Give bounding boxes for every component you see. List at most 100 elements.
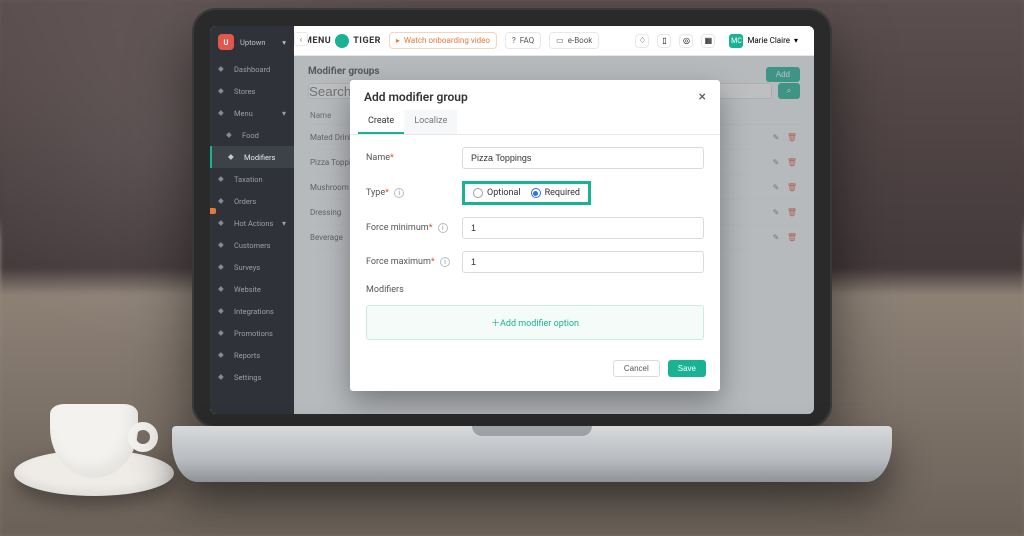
info-icon[interactable]: i <box>438 223 448 233</box>
brand-tiger-icon <box>335 34 349 48</box>
delete-icon[interactable]: 🗑 <box>786 156 798 168</box>
cart-icon: ◆ <box>218 196 228 206</box>
survey-icon: ◆ <box>218 262 228 272</box>
sidebar-item-food[interactable]: ◆Food <box>210 124 294 146</box>
sidebar-item-stores[interactable]: ◆ Stores <box>210 80 294 102</box>
book-icon: ▭ <box>556 36 564 45</box>
apple-icon: ◆ <box>226 130 236 140</box>
sidebar-item-hot-actions[interactable]: ◆Hot Actions▾ <box>210 212 294 234</box>
sidebar-item-modifiers[interactable]: ◆ Modifiers <box>210 146 294 168</box>
mobile-icon[interactable]: ▯ <box>657 34 671 48</box>
globe-icon: ◆ <box>218 284 228 294</box>
add-button[interactable]: Add <box>766 67 800 82</box>
search-icon: ⌕ <box>787 86 791 96</box>
info-icon[interactable]: i <box>394 188 404 198</box>
edit-icon[interactable]: ✎ <box>770 181 782 193</box>
topbar: MENU TIGER ▸ Watch onboarding video ? FA… <box>294 26 814 56</box>
name-input[interactable] <box>462 147 704 169</box>
sidebar-item-label: Settings <box>234 373 261 382</box>
sliders-icon: ◆ <box>228 152 238 162</box>
sidebar-item-taxation[interactable]: ◆Taxation <box>210 168 294 190</box>
tab-create[interactable]: Create <box>358 110 404 134</box>
app-brand: MENU TIGER <box>304 34 381 48</box>
sidebar-item-label: Stores <box>234 87 255 96</box>
sidebar-item-reports[interactable]: ◆ Reports <box>210 344 294 366</box>
info-icon[interactable]: i <box>440 257 450 267</box>
sidebar-item-label: Modifiers <box>244 153 275 162</box>
delete-icon[interactable]: 🗑 <box>786 131 798 143</box>
sidebar-item-label: Integrations <box>234 307 274 316</box>
sidebar-item-promotions[interactable]: ◆ Promotions <box>210 322 294 344</box>
chevron-down-icon[interactable]: ▾ <box>282 38 286 47</box>
sidebar-item-orders[interactable]: ◆ Orders <box>210 190 294 212</box>
users-icon: ◆ <box>218 240 228 250</box>
force-max-input[interactable] <box>462 251 704 273</box>
percent-icon: ◆ <box>218 174 228 184</box>
type-required-radio[interactable]: Required <box>531 188 580 198</box>
type-optional-radio[interactable]: Optional <box>473 188 521 198</box>
edit-icon[interactable]: ✎ <box>770 231 782 243</box>
add-modifier-group-modal: Add modifier group × Create Localize Nam… <box>350 80 720 391</box>
page-content: Modifier groups Add ⌕ Name Mated Drinks✎… <box>294 56 814 414</box>
sidebar: U Uptown ▾ ◆Dashboard◆Stores◆Menu▾◆Food◆… <box>210 26 294 414</box>
save-button[interactable]: Save <box>668 360 706 377</box>
avatar: MC <box>729 34 743 48</box>
book-icon: ◆ <box>218 108 228 118</box>
question-icon: ? <box>512 36 516 45</box>
modal-title: Add modifier group <box>364 90 468 104</box>
close-icon[interactable]: × <box>699 90 706 104</box>
delete-icon[interactable]: 🗑 <box>786 231 798 243</box>
sidebar-item-settings[interactable]: ◆ Settings <box>210 366 294 388</box>
add-modifier-option-button[interactable]: ＋Add modifier option <box>366 305 704 340</box>
cancel-button[interactable]: Cancel <box>613 360 660 377</box>
user-menu[interactable]: MC Marie Claire ▾ <box>723 32 804 50</box>
delete-icon[interactable]: 🗑 <box>786 181 798 193</box>
compass-icon[interactable]: ◎ <box>679 34 693 48</box>
faq-button[interactable]: ? FAQ <box>505 32 541 49</box>
tab-localize[interactable]: Localize <box>404 110 457 134</box>
name-label: Name* <box>366 153 462 163</box>
grid-icon[interactable]: ▦ <box>701 34 715 48</box>
chart-icon: ◆ <box>218 350 228 360</box>
force-min-label: Force minimum* i <box>366 223 462 233</box>
search-submit-button[interactable]: ⌕ <box>778 83 800 99</box>
type-label: Type* i <box>366 188 462 198</box>
sidebar-item-label: Orders <box>234 197 256 206</box>
tag-icon: ◆ <box>218 328 228 338</box>
chevron-down-icon: ▾ <box>282 109 286 118</box>
brand-logo-icon: U <box>218 34 234 50</box>
user-name: Marie Claire <box>747 36 790 45</box>
brand-name: Uptown <box>240 38 266 47</box>
speedometer-icon: ◆ <box>218 64 228 74</box>
sidebar-item-label: Customers <box>234 241 271 250</box>
plug-icon: ◆ <box>218 306 228 316</box>
force-max-label: Force maximum* i <box>366 257 462 267</box>
sidebar-item-label: Dashboard <box>234 65 270 74</box>
sidebar-item-label: Website <box>234 285 261 294</box>
sidebar-item-dashboard[interactable]: ◆ Dashboard <box>210 58 294 80</box>
store-icon: ◆ <box>218 86 228 96</box>
sidebar-item-surveys[interactable]: ◆Surveys <box>210 256 294 278</box>
sidebar-item-menu[interactable]: ◆ Menu ▾ <box>210 102 294 124</box>
sidebar-item-label: Promotions <box>234 329 273 338</box>
edit-icon[interactable]: ✎ <box>770 131 782 143</box>
watch-video-button[interactable]: ▸ Watch onboarding video <box>389 32 497 49</box>
edit-icon[interactable]: ✎ <box>770 156 782 168</box>
delete-icon[interactable]: 🗑 <box>786 206 798 218</box>
edit-icon[interactable]: ✎ <box>770 206 782 218</box>
type-radio-group-highlight: Optional Required <box>462 181 591 205</box>
gear-icon: ◆ <box>218 372 228 382</box>
sidebar-item-label: Reports <box>234 351 260 360</box>
sidebar-item-label: Menu <box>234 109 253 118</box>
chevron-down-icon: ▾ <box>794 36 798 45</box>
force-min-input[interactable] <box>462 217 704 239</box>
sidebar-item-website[interactable]: ◆ Website <box>210 278 294 300</box>
sidebar-item-integrations[interactable]: ◆ Integrations <box>210 300 294 322</box>
play-icon: ▸ <box>396 36 400 45</box>
bolt-icon: ◆ <box>218 218 228 228</box>
sidebar-item-customers[interactable]: ◆ Customers <box>210 234 294 256</box>
bell-icon[interactable]: ♢ <box>635 34 649 48</box>
sidebar-collapse-button[interactable]: ‹ <box>294 32 308 46</box>
modifiers-subheading: Modifiers <box>366 285 704 295</box>
ebook-button[interactable]: ▭ e-Book <box>549 32 599 49</box>
